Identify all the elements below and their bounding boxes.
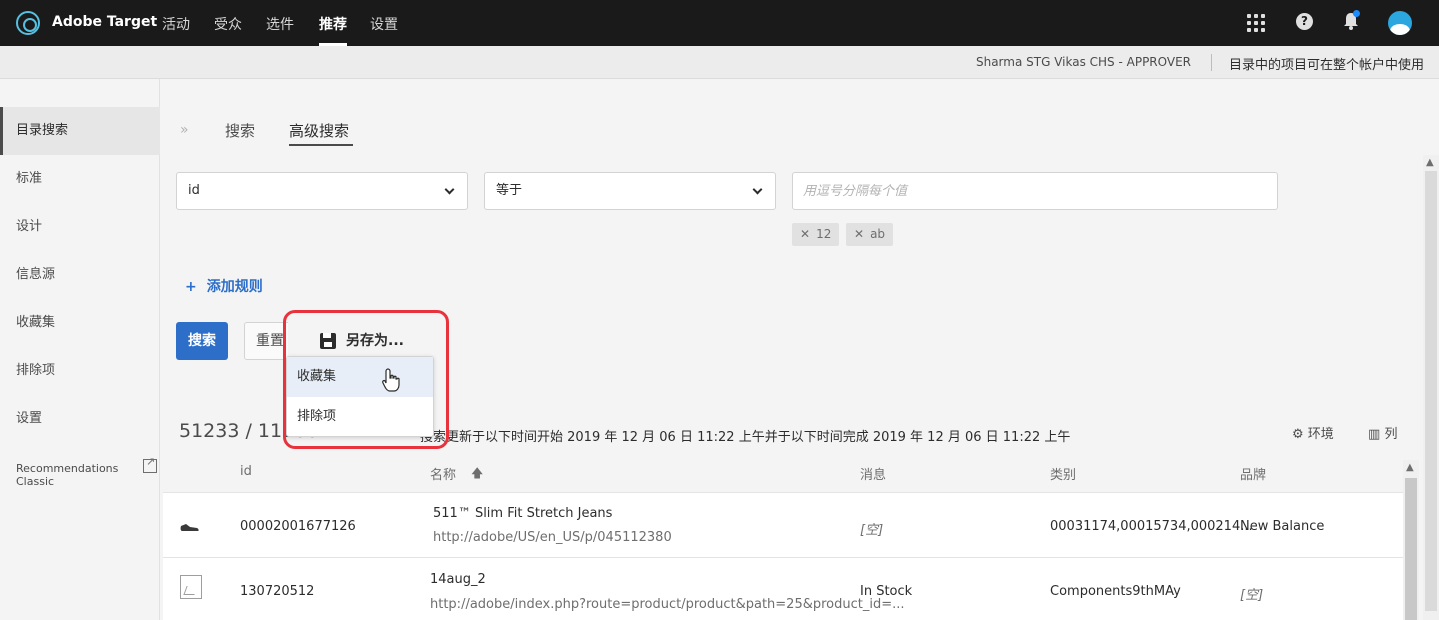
apps-grid-icon[interactable] [1247, 14, 1265, 32]
menu-item-exclusion[interactable]: 排除项 [287, 397, 433, 437]
menu-item-collection[interactable]: 收藏集 [287, 357, 433, 397]
adobe-target-logo-icon[interactable] [16, 11, 40, 35]
cell-id: 130720512 [240, 584, 315, 599]
remove-tag-icon[interactable]: ✕ [854, 227, 864, 241]
add-rule-button[interactable]: + 添加规则 [185, 276, 263, 296]
environment-label: 环境 [1307, 427, 1334, 442]
account-name[interactable]: Sharma STG Vikas CHS - APPROVER [976, 55, 1191, 69]
column-header-category[interactable]: 类别 [1050, 464, 1076, 483]
columns-icon: ▥ [1368, 427, 1381, 442]
field-select-value: id [188, 183, 200, 198]
nav-recommendations[interactable]: 推荐 [319, 14, 347, 34]
column-header-id[interactable]: id [240, 464, 252, 479]
collapse-chevron-icon[interactable]: » [180, 122, 189, 138]
top-navigation-bar: Adobe Target 活动 受众 选件 推荐 设置 ? [0, 0, 1439, 46]
value-tag[interactable]: ✕ ab [846, 223, 894, 246]
search-button[interactable]: 搜索 [176, 322, 228, 360]
external-link-icon[interactable] [143, 455, 157, 473]
image-placeholder-icon [180, 575, 202, 599]
shoe-icon [180, 524, 199, 531]
catalog-note: 目录中的项目可在整个帐户中使用 [1229, 58, 1425, 73]
values-input[interactable] [792, 172, 1278, 210]
divider [1211, 54, 1212, 71]
brand-name[interactable]: Adobe Target [52, 14, 157, 30]
field-select[interactable]: id [176, 172, 468, 210]
table-row[interactable]: 130720512 14aug_2 http://adobe/index.php… [163, 557, 1403, 620]
cell-category: 00031174,00015734,000214... [1050, 519, 1253, 534]
cell-url[interactable]: http://adobe/index.php?route=product/pro… [430, 597, 905, 612]
scroll-up-icon[interactable]: ▲ [1406, 462, 1414, 473]
nav-activities[interactable]: 活动 [162, 14, 190, 34]
columns-label: 列 [1384, 427, 1398, 442]
column-header-brand[interactable]: 品牌 [1240, 464, 1266, 483]
sidebar-item-feeds[interactable]: 信息源 [0, 251, 160, 299]
nav-settings[interactable]: 设置 [370, 14, 398, 34]
cell-category: Components9thMAy [1050, 584, 1181, 599]
account-bar: Sharma STG Vikas CHS - APPROVER 目录中的项目可在… [0, 46, 1439, 79]
columns-button[interactable]: ▥ 列 [1368, 423, 1397, 442]
save-as-menu: 收藏集 排除项 [286, 356, 434, 437]
column-header-message[interactable]: 消息 [860, 464, 886, 483]
cell-url[interactable]: http://adobe/US/en_US/p/045112380 [433, 530, 672, 545]
sidebar-item-settings[interactable]: 设置 [0, 395, 160, 443]
sidebar-item-criteria[interactable]: 标准 [0, 155, 160, 203]
hand-cursor-icon [382, 368, 400, 392]
floppy-disk-icon [320, 333, 336, 349]
scroll-up-icon[interactable]: ▲ [1426, 157, 1434, 168]
scrollbar-thumb[interactable] [1425, 171, 1437, 611]
tag-label: ab [870, 227, 886, 241]
cell-brand: New Balance [1240, 519, 1325, 534]
column-header-name[interactable]: 名称 [430, 464, 456, 483]
save-as-label[interactable]: 另存为... [346, 322, 404, 360]
cell-message: In Stock [860, 584, 913, 599]
cell-name[interactable]: 14aug_2 [430, 572, 486, 587]
sidebar-item-collections[interactable]: 收藏集 [0, 299, 160, 347]
search-status-note: 搜索更新于以下时间开始 2019 年 12 月 06 日 11:22 上午并于以… [420, 430, 1071, 445]
sidebar-item-designs[interactable]: 设计 [0, 203, 160, 251]
remove-tag-icon[interactable]: ✕ [800, 227, 810, 241]
environment-button[interactable]: ⚙ 环境 [1292, 423, 1334, 442]
operator-select[interactable]: 等于 [484, 172, 776, 210]
table-row[interactable]: 00002001677126 511™ Slim Fit Stretch Jea… [163, 492, 1403, 557]
avatar[interactable] [1388, 11, 1412, 35]
value-tag[interactable]: ✕ 12 [792, 223, 840, 246]
cell-message: [空] [860, 523, 884, 538]
sidebar: 目录搜索 标准 设计 信息源 收藏集 排除项 设置 Recommendation… [0, 79, 160, 620]
add-rule-label: 添加规则 [206, 279, 263, 295]
chevron-down-icon [752, 184, 763, 195]
chevron-down-icon [444, 184, 455, 195]
sort-up-icon[interactable]: 🡅 [471, 464, 483, 485]
scrollbar-thumb[interactable] [1405, 478, 1417, 620]
cell-brand: [空] [1240, 588, 1264, 603]
cell-name[interactable]: 511™ Slim Fit Stretch Jeans [433, 506, 612, 521]
table-scrollbar[interactable]: ▲ [1403, 460, 1419, 620]
notification-badge [1353, 10, 1360, 17]
active-tab-indicator [289, 144, 353, 146]
operator-select-value: 等于 [496, 183, 523, 198]
cell-id: 00002001677126 [240, 519, 356, 534]
page-scrollbar[interactable]: ▲ [1423, 155, 1439, 620]
sidebar-item-catalog-search[interactable]: 目录搜索 [0, 107, 160, 155]
tag-label: 12 [816, 227, 832, 241]
recommendations-classic-link[interactable]: Recommendations Classic [16, 462, 159, 488]
help-icon[interactable]: ? [1296, 13, 1313, 30]
tab-search[interactable]: 搜索 [225, 120, 255, 141]
nav-audiences[interactable]: 受众 [214, 14, 242, 34]
sidebar-item-exclusions[interactable]: 排除项 [0, 347, 160, 395]
tab-advanced-search[interactable]: 高级搜索 [289, 120, 349, 141]
nav-offers[interactable]: 选件 [266, 14, 294, 34]
plus-icon: + [185, 279, 197, 295]
gear-icon: ⚙ [1292, 427, 1304, 442]
